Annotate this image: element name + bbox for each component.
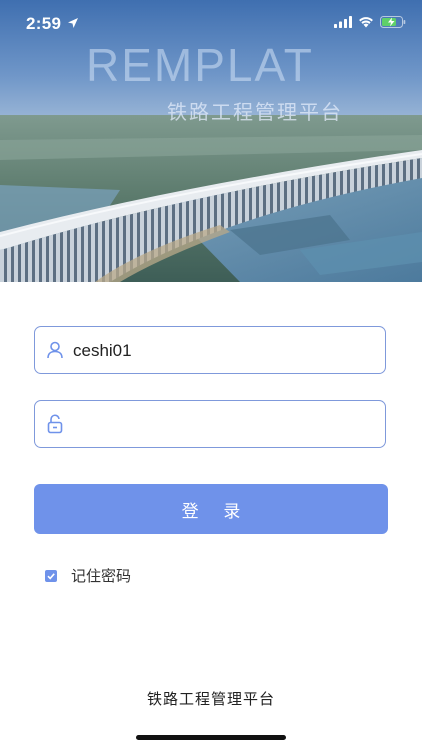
- remember-password-label: 记住密码: [71, 567, 132, 585]
- home-indicator: [136, 735, 286, 740]
- wifi-icon: [359, 17, 373, 28]
- password-input[interactable]: [71, 409, 375, 441]
- footer-title: 铁路工程管理平台: [146, 690, 275, 708]
- password-field[interactable]: [34, 400, 386, 448]
- cellular-signal-icon: [334, 16, 352, 28]
- username-field[interactable]: [34, 326, 386, 374]
- hero-subtitle: 铁路工程管理平台: [167, 100, 343, 124]
- login-button[interactable]: 登 录: [34, 484, 388, 534]
- remember-password-toggle[interactable]: 记住密码: [45, 565, 131, 586]
- unlock-icon: [47, 414, 63, 434]
- battery-charging-icon: [380, 16, 406, 28]
- user-icon: [47, 341, 63, 359]
- hero-banner: 2:59 REMPLAT 铁路工程管理平台: [0, 0, 422, 282]
- checkmark-icon: [47, 572, 55, 580]
- username-input[interactable]: [71, 335, 375, 367]
- location-arrow-icon: [68, 18, 78, 28]
- status-time: 2:59: [26, 14, 62, 33]
- brand-watermark: REMPLAT: [86, 39, 314, 91]
- remember-checkbox[interactable]: [45, 569, 57, 582]
